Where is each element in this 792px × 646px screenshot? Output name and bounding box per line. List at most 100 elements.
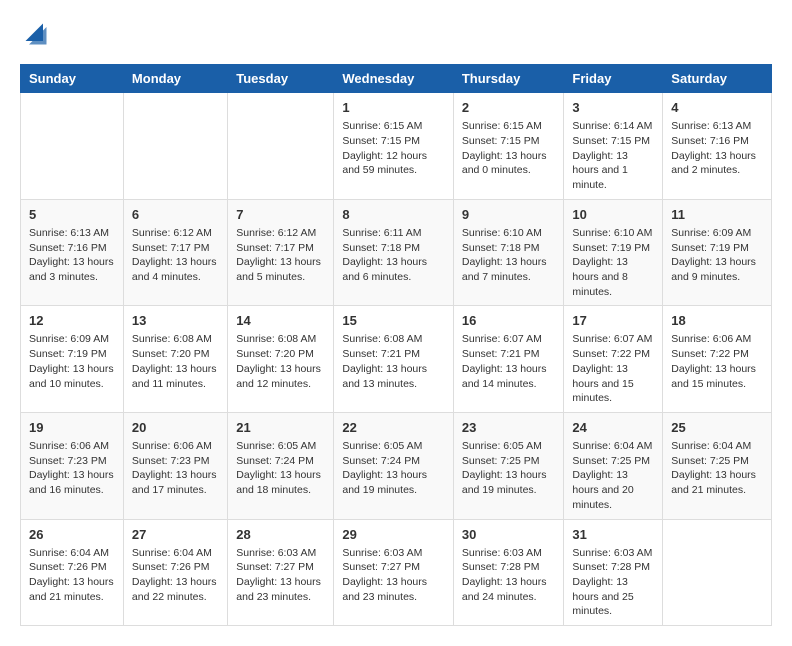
day-number: 9 <box>462 206 556 224</box>
day-info: Sunrise: 6:06 AM <box>132 439 219 454</box>
day-cell: 8 Sunrise: 6:11 AMSunset: 7:18 PMDaylight… <box>334 199 454 306</box>
day-info: Sunset: 7:23 PM <box>132 454 219 469</box>
day-info: Daylight: 13 hours and 20 minutes. <box>572 468 654 512</box>
day-info: Daylight: 13 hours and 2 minutes. <box>671 149 763 178</box>
header-row: SundayMondayTuesdayWednesdayThursdayFrid… <box>21 65 772 93</box>
day-info: Daylight: 13 hours and 21 minutes. <box>671 468 763 497</box>
day-number: 22 <box>342 419 445 437</box>
day-cell: 30Sunrise: 6:03 AMSunset: 7:28 PMDayligh… <box>453 519 564 626</box>
day-info: Sunrise: 6:05 AM <box>342 439 445 454</box>
day-info: Daylight: 13 hours and 0 minutes. <box>462 149 556 178</box>
day-info: Sunrise: 6:07 AM <box>572 332 654 347</box>
day-info: Sunrise: 6:08 AM <box>132 332 219 347</box>
day-cell: 7Sunrise: 6:12 AMSunset: 7:17 PMDaylight… <box>228 199 334 306</box>
day-info: Sunrise: 6:14 AM <box>572 119 654 134</box>
day-cell: 5Sunrise: 6:13 AMSunset: 7:16 PMDaylight… <box>21 199 124 306</box>
day-cell: 27Sunrise: 6:04 AMSunset: 7:26 PMDayligh… <box>123 519 227 626</box>
day-info: Sunrise: 6:03 AM <box>572 546 654 561</box>
day-cell: 31Sunrise: 6:03 AMSunset: 7:28 PMDayligh… <box>564 519 663 626</box>
day-info: Sunrise: 6:15 AM <box>342 119 445 134</box>
page-header <box>20 20 772 48</box>
day-info: Sunrise: 6:12 AM <box>132 226 219 241</box>
day-number: 19 <box>29 419 115 437</box>
day-info: Daylight: 13 hours and 4 minutes. <box>132 255 219 284</box>
day-cell: 6Sunrise: 6:12 AMSunset: 7:17 PMDaylight… <box>123 199 227 306</box>
day-info: Sunset: 7:17 PM <box>236 241 325 256</box>
day-info: Sunset: 7:24 PM <box>236 454 325 469</box>
day-info: Daylight: 13 hours and 21 minutes. <box>29 575 115 604</box>
column-header-wednesday: Wednesday <box>334 65 454 93</box>
day-info: Sunrise: 6:04 AM <box>572 439 654 454</box>
logo <box>20 20 50 48</box>
day-cell: 22Sunrise: 6:05 AMSunset: 7:24 PMDayligh… <box>334 412 454 519</box>
day-cell: 16Sunrise: 6:07 AMSunset: 7:21 PMDayligh… <box>453 306 564 413</box>
day-cell: 1Sunrise: 6:15 AMSunset: 7:15 PMDaylight… <box>334 93 454 200</box>
day-info: Daylight: 13 hours and 15 minutes. <box>671 362 763 391</box>
day-info: Sunrise: 6:03 AM <box>236 546 325 561</box>
day-number: 20 <box>132 419 219 437</box>
day-number: 12 <box>29 312 115 330</box>
day-info: Daylight: 12 hours and 59 minutes. <box>342 149 445 178</box>
day-info: Sunrise: 6:10 AM <box>462 226 556 241</box>
day-info: Daylight: 13 hours and 18 minutes. <box>236 468 325 497</box>
week-row-5: 26Sunrise: 6:04 AMSunset: 7:26 PMDayligh… <box>21 519 772 626</box>
day-number: 14 <box>236 312 325 330</box>
day-info: Daylight: 13 hours and 1 minute. <box>572 149 654 193</box>
day-info: Sunset: 7:16 PM <box>29 241 115 256</box>
day-info: Sunset: 7:18 PM <box>462 241 556 256</box>
day-info: Daylight: 13 hours and 8 minutes. <box>572 255 654 299</box>
day-info: Daylight: 13 hours and 11 minutes. <box>132 362 219 391</box>
day-number: 5 <box>29 206 115 224</box>
day-cell: 23Sunrise: 6:05 AMSunset: 7:25 PMDayligh… <box>453 412 564 519</box>
day-info: Sunset: 7:19 PM <box>29 347 115 362</box>
day-info: Daylight: 13 hours and 6 minutes. <box>342 255 445 284</box>
day-number: 17 <box>572 312 654 330</box>
day-info: Sunrise: 6:10 AM <box>572 226 654 241</box>
day-info: Sunset: 7:23 PM <box>29 454 115 469</box>
column-header-sunday: Sunday <box>21 65 124 93</box>
day-info: Sunrise: 6:05 AM <box>236 439 325 454</box>
day-info: Daylight: 13 hours and 19 minutes. <box>462 468 556 497</box>
day-cell: 21Sunrise: 6:05 AMSunset: 7:24 PMDayligh… <box>228 412 334 519</box>
day-info: Daylight: 13 hours and 25 minutes. <box>572 575 654 619</box>
day-number: 16 <box>462 312 556 330</box>
day-info: Daylight: 13 hours and 16 minutes. <box>29 468 115 497</box>
day-info: Sunrise: 6:07 AM <box>462 332 556 347</box>
day-info: Daylight: 13 hours and 22 minutes. <box>132 575 219 604</box>
day-cell <box>663 519 772 626</box>
day-info: Sunset: 7:20 PM <box>236 347 325 362</box>
day-info: Daylight: 13 hours and 3 minutes. <box>29 255 115 284</box>
day-cell: 28Sunrise: 6:03 AMSunset: 7:27 PMDayligh… <box>228 519 334 626</box>
day-info: Daylight: 13 hours and 7 minutes. <box>462 255 556 284</box>
day-info: Sunset: 7:27 PM <box>342 560 445 575</box>
day-cell: 15Sunrise: 6:08 AMSunset: 7:21 PMDayligh… <box>334 306 454 413</box>
day-cell: 14 Sunrise: 6:08 AMSunset: 7:20 PMDayligh… <box>228 306 334 413</box>
day-info: Sunrise: 6:11 AM <box>342 226 445 241</box>
day-info: Sunrise: 6:03 AM <box>462 546 556 561</box>
day-info: Daylight: 13 hours and 13 minutes. <box>342 362 445 391</box>
week-row-4: 19Sunrise: 6:06 AMSunset: 7:23 PMDayligh… <box>21 412 772 519</box>
day-number: 25 <box>671 419 763 437</box>
week-row-1: 1Sunrise: 6:15 AMSunset: 7:15 PMDaylight… <box>21 93 772 200</box>
day-number: 26 <box>29 526 115 544</box>
day-number: 8 <box>342 206 445 224</box>
day-info: Sunset: 7:18 PM <box>342 241 445 256</box>
day-number: 29 <box>342 526 445 544</box>
day-info: Daylight: 13 hours and 5 minutes. <box>236 255 325 284</box>
day-info: Daylight: 13 hours and 23 minutes. <box>342 575 445 604</box>
day-info: Sunset: 7:21 PM <box>462 347 556 362</box>
day-cell: 17Sunrise: 6:07 AMSunset: 7:22 PMDayligh… <box>564 306 663 413</box>
day-info: Daylight: 13 hours and 9 minutes. <box>671 255 763 284</box>
day-number: 23 <box>462 419 556 437</box>
day-info: Sunrise: 6:08 AM <box>342 332 445 347</box>
day-info: Sunset: 7:25 PM <box>462 454 556 469</box>
day-info: Daylight: 13 hours and 17 minutes. <box>132 468 219 497</box>
day-number: 30 <box>462 526 556 544</box>
day-cell: 18Sunrise: 6:06 AMSunset: 7:22 PMDayligh… <box>663 306 772 413</box>
day-info: Daylight: 13 hours and 19 minutes. <box>342 468 445 497</box>
day-cell: 29Sunrise: 6:03 AMSunset: 7:27 PMDayligh… <box>334 519 454 626</box>
day-info: Sunrise: 6:08 AM <box>236 332 325 347</box>
day-info: Daylight: 13 hours and 12 minutes. <box>236 362 325 391</box>
column-header-monday: Monday <box>123 65 227 93</box>
day-number: 13 <box>132 312 219 330</box>
